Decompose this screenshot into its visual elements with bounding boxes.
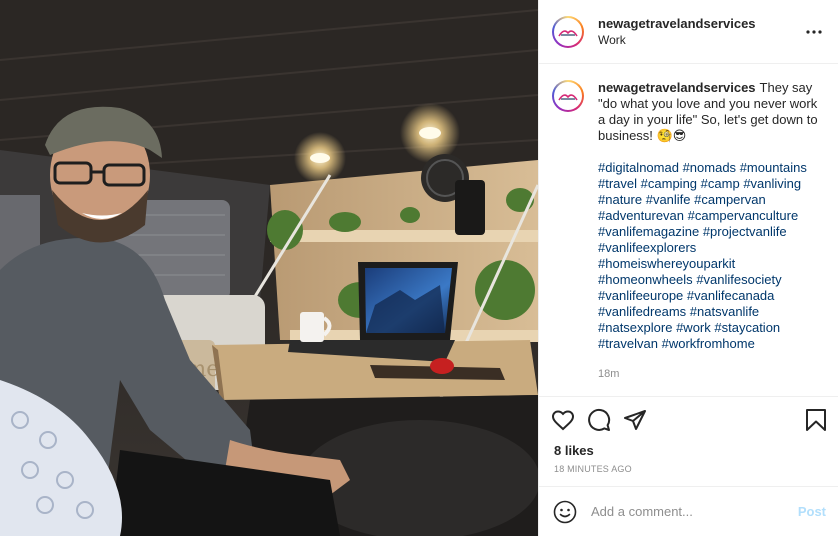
post-header: newagetravelandservices Work <box>539 0 838 64</box>
bookmark-icon[interactable] <box>804 408 828 432</box>
hashtag-link[interactable]: #vanlifemagazine <box>598 224 699 239</box>
hashtag-link[interactable]: #travel <box>598 176 637 191</box>
brand-logo-icon <box>558 94 578 101</box>
post-side-panel: newagetravelandservices Work newagetrave… <box>538 0 838 536</box>
hashtag-link[interactable]: #mountains <box>740 160 807 175</box>
share-icon[interactable] <box>623 408 647 432</box>
hashtag-link[interactable]: #vanlife <box>646 192 691 207</box>
hashtag-link[interactable]: #workfromhome <box>662 336 755 351</box>
header-location[interactable]: Work <box>598 32 803 49</box>
hashtag-link[interactable]: #campervanculture <box>688 208 799 223</box>
comment-icon[interactable] <box>587 408 611 432</box>
caption-row: newagetravelandservices They say "do what… <box>552 80 822 382</box>
hashtag-list: #digitalnomad #nomads #mountains #travel… <box>598 160 822 352</box>
comment-input[interactable] <box>591 504 798 519</box>
brand-logo-icon <box>558 29 578 36</box>
header-username[interactable]: newagetravelandservices <box>598 15 803 32</box>
van-interior-photo: home <box>0 0 538 536</box>
hashtag-link[interactable]: #homeonwheels <box>598 272 693 287</box>
hashtag-link[interactable]: #nomads <box>683 160 736 175</box>
hashtag-link[interactable]: #camp <box>701 176 740 191</box>
hashtag-link[interactable]: #vanliving <box>743 176 801 191</box>
hashtag-link[interactable]: #vanlifecanada <box>687 288 774 303</box>
hashtag-link[interactable]: #digitalnomad <box>598 160 679 175</box>
post-button[interactable]: Post <box>798 504 826 519</box>
hashtag-link[interactable]: #vanlifesociety <box>696 272 781 287</box>
avatar[interactable] <box>552 15 584 48</box>
hashtag-link[interactable]: #campervan <box>694 192 766 207</box>
header-names: newagetravelandservices Work <box>598 15 803 49</box>
caption-avatar[interactable] <box>552 80 584 112</box>
heart-icon[interactable] <box>551 408 575 432</box>
action-bar <box>539 396 838 442</box>
caption-area: newagetravelandservices They say "do what… <box>539 64 838 396</box>
hashtag-link[interactable]: #vanlifedreams <box>598 304 686 319</box>
post-time[interactable]: 18 MINUTES AGO <box>539 460 838 482</box>
hashtag-link[interactable]: #natsexplore <box>598 320 672 335</box>
hashtag-link[interactable]: #adventurevan <box>598 208 684 223</box>
caption-age: 18m <box>598 368 620 380</box>
hashtag-link[interactable]: #nature <box>598 192 642 207</box>
caption-username[interactable]: newagetravelandservices <box>598 80 756 95</box>
likes-count[interactable]: 8 likes <box>539 442 838 460</box>
comment-box: Post <box>539 486 838 536</box>
emoji-icon[interactable] <box>553 500 577 524</box>
hashtag-link[interactable]: #natsvanlife <box>690 304 759 319</box>
hashtag-link[interactable]: #work <box>676 320 711 335</box>
more-options-icon[interactable] <box>803 21 825 43</box>
post-photo[interactable]: home <box>0 0 538 536</box>
hashtag-link[interactable]: #camping <box>641 176 697 191</box>
hashtag-link[interactable]: #projectvanlife <box>703 224 787 239</box>
hashtag-link[interactable]: #vanlifeexplorers <box>598 240 696 255</box>
caption-text: newagetravelandservices They say "do what… <box>598 80 822 382</box>
instagram-post: home <box>0 0 838 536</box>
hashtag-link[interactable]: #travelvan <box>598 336 658 351</box>
hashtag-link[interactable]: #staycation <box>714 320 780 335</box>
hashtag-link[interactable]: #vanlifeeurope <box>598 288 683 303</box>
hashtag-link[interactable]: #homeiswhereyouparkit <box>598 256 735 271</box>
